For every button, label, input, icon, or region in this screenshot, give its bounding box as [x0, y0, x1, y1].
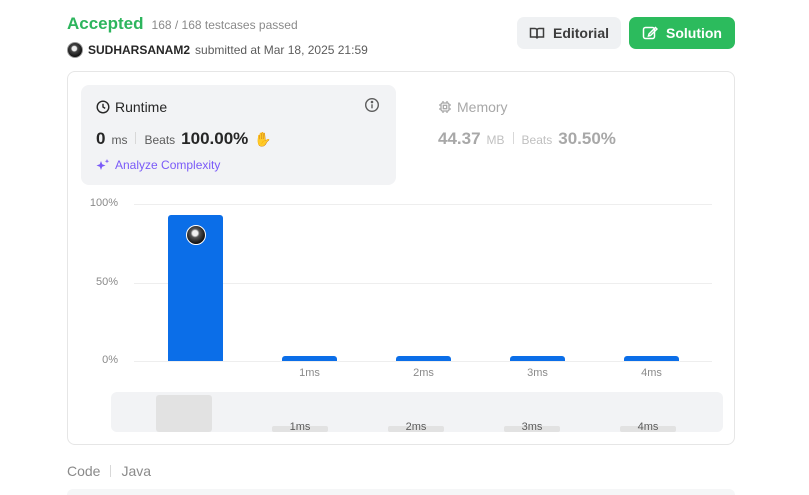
info-icon[interactable] — [364, 97, 380, 113]
user-avatar-marker — [185, 224, 206, 245]
code-language: Java — [121, 463, 152, 479]
x-tick-label: 4ms — [641, 367, 662, 379]
runtime-beats-value: 100.00% — [181, 129, 249, 148]
chart-range-scroller[interactable]: 1ms 2ms 3ms 4ms — [111, 392, 723, 433]
edit-icon — [642, 26, 658, 40]
avatar[interactable] — [67, 42, 83, 58]
analyze-complexity-link[interactable]: Analyze Complexity — [96, 158, 220, 172]
runtime-value: 0 — [96, 129, 106, 148]
submission-header: Accepted 168 / 168 testcases passed SUDH… — [67, 14, 368, 58]
y-tick-label: 0% — [102, 354, 118, 366]
chart-bar[interactable] — [282, 356, 337, 361]
chart-gridline — [134, 361, 712, 362]
solution-label: Solution — [666, 25, 722, 41]
scroller-label: 4ms — [637, 421, 659, 433]
solution-button[interactable]: Solution — [629, 17, 735, 49]
results-panel: Runtime 0 ms Beats 100.00% ✋ Analyze Com… — [67, 71, 735, 445]
memory-beats-label: Beats — [521, 133, 553, 147]
chip-icon — [439, 101, 451, 113]
testcases-passed: 168 / 168 testcases passed — [151, 18, 298, 32]
analyze-label: Analyze Complexity — [115, 158, 221, 172]
chart-bar[interactable] — [510, 356, 565, 361]
chart-bar[interactable] — [396, 356, 451, 361]
runtime-title: Runtime — [115, 99, 168, 115]
y-tick-label: 100% — [89, 197, 118, 209]
memory-title: Memory — [457, 99, 508, 115]
runtime-beats-label: Beats — [144, 133, 176, 147]
clap-icon: ✋ — [254, 131, 272, 147]
code-label: Code — [67, 463, 101, 479]
scroller-thumb[interactable] — [156, 395, 212, 432]
sparkle-icon — [96, 159, 110, 170]
y-tick-label: 50% — [95, 275, 118, 288]
status-accepted: Accepted — [67, 14, 144, 33]
scroller-label: 1ms — [289, 421, 311, 433]
runtime-distribution-chart: 100% 50% 0% 1ms 2ms 3ms 4ms — [68, 192, 736, 382]
book-icon — [529, 27, 545, 39]
scroller-label: 3ms — [521, 421, 543, 433]
clock-icon — [96, 100, 110, 114]
memory-value: 44.37 — [438, 129, 481, 148]
memory-card[interactable]: Memory 44.37 MB Beats 30.50% — [423, 85, 723, 185]
runtime-card[interactable]: Runtime 0 ms Beats 100.00% ✋ Analyze Com… — [81, 85, 396, 185]
runtime-unit: ms — [111, 133, 128, 147]
scroller-label: 2ms — [405, 421, 427, 433]
submitted-time: submitted at Mar 18, 2025 21:59 — [195, 43, 368, 57]
username-link[interactable]: SUDHARSANAM2 — [88, 43, 190, 57]
editorial-button[interactable]: Editorial — [517, 17, 621, 49]
divider — [512, 132, 514, 144]
memory-unit: MB — [486, 133, 505, 147]
x-tick-label: 3ms — [527, 367, 548, 379]
chart-bar[interactable] — [624, 356, 679, 361]
chart-gridline — [134, 204, 712, 205]
editorial-label: Editorial — [552, 25, 609, 41]
code-header: Code Java — [67, 463, 151, 479]
memory-beats-value: 30.50% — [558, 129, 616, 148]
divider — [135, 132, 137, 144]
x-tick-label: 1ms — [299, 367, 320, 379]
code-block — [67, 489, 735, 495]
x-tick-label: 2ms — [413, 367, 434, 379]
divider — [110, 465, 112, 477]
